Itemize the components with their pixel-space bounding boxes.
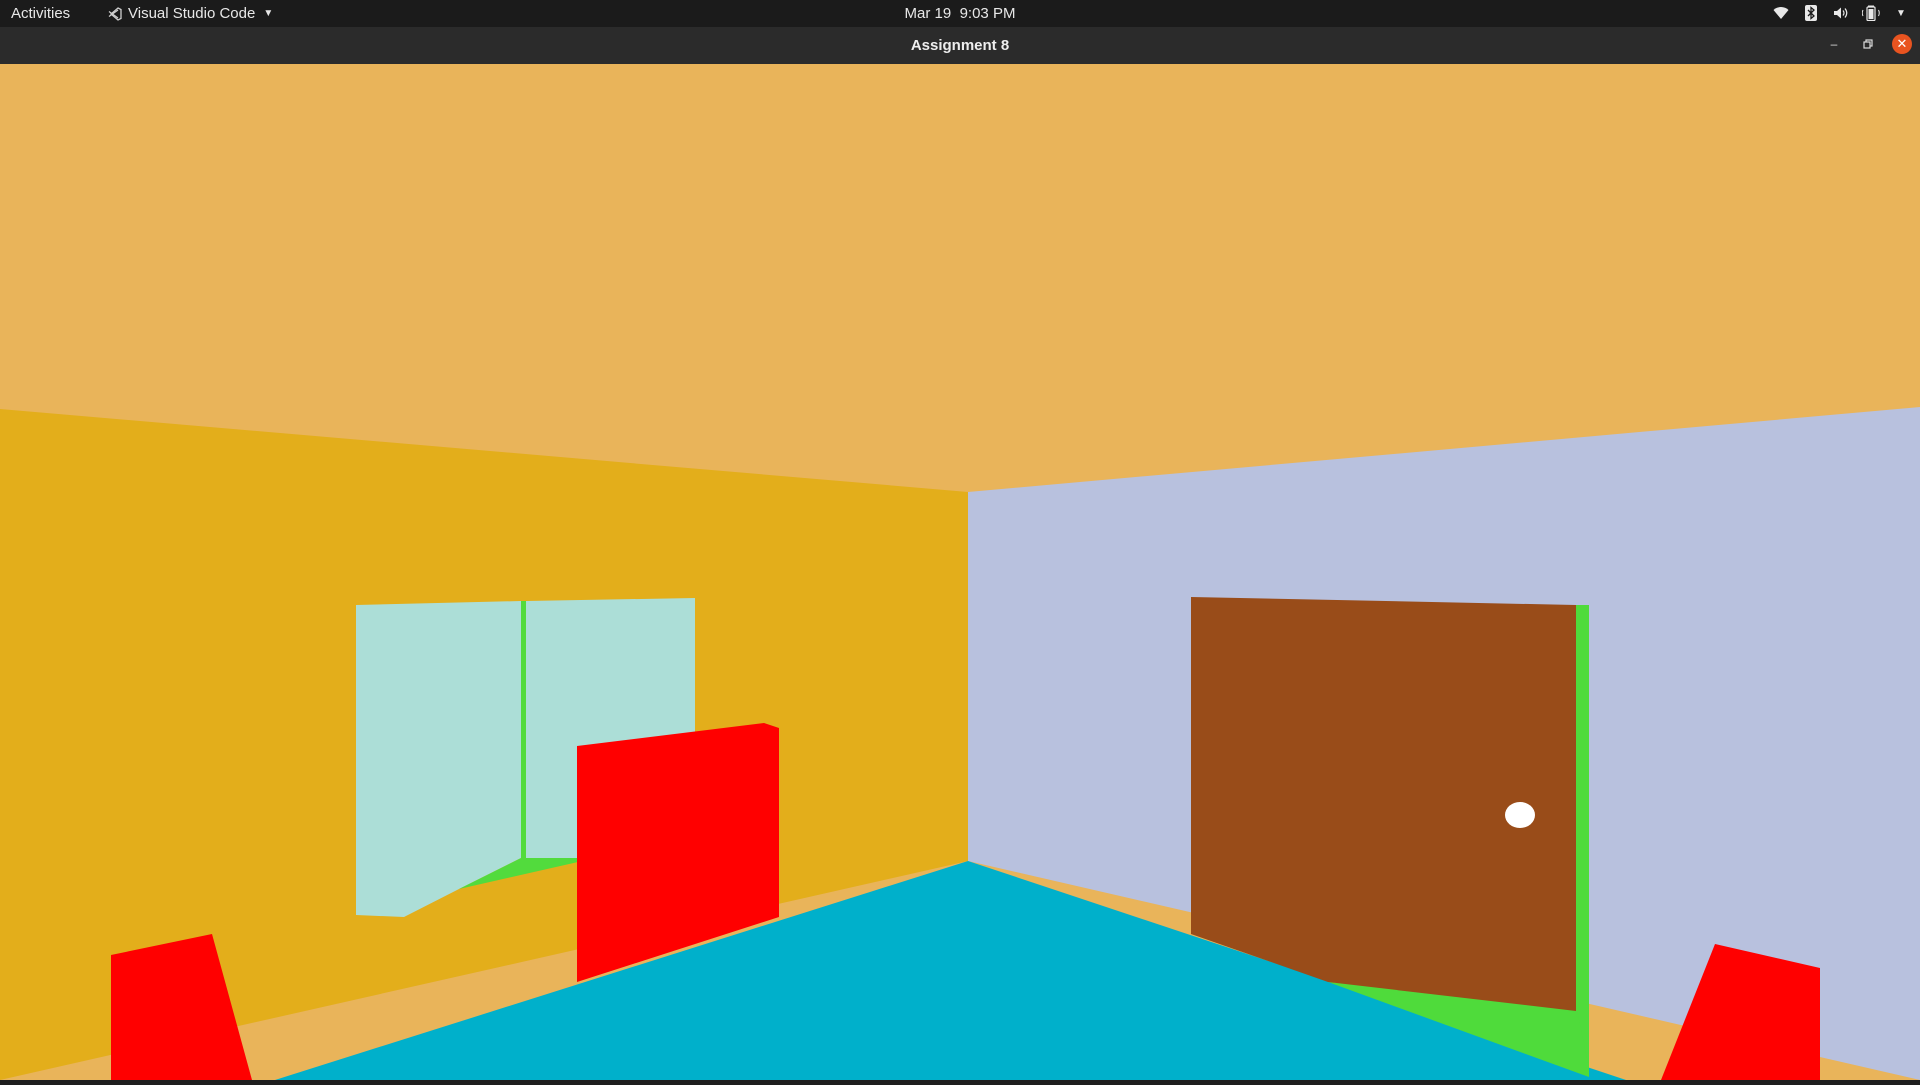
window-glass-left xyxy=(356,601,521,917)
top-panel: Activities Visual Studio Code ▼ Mar 19 9… xyxy=(0,0,1920,27)
clock-button[interactable]: Mar 19 9:03 PM xyxy=(905,5,1016,22)
minimize-button[interactable]: – xyxy=(1824,34,1844,54)
wifi-icon xyxy=(1772,4,1790,22)
restore-icon xyxy=(1863,39,1873,49)
activities-button[interactable]: Activities xyxy=(11,5,70,22)
restore-button[interactable] xyxy=(1858,34,1878,54)
clock-date: Mar 19 xyxy=(904,5,952,22)
door-knob xyxy=(1505,802,1535,828)
window-titlebar[interactable]: Assignment 8 – ✕ xyxy=(0,27,1920,65)
vscode-icon xyxy=(108,6,122,21)
volume-icon xyxy=(1832,4,1850,22)
chevron-down-icon: ▼ xyxy=(1896,7,1906,19)
window-frame-mullion xyxy=(521,601,526,859)
battery-icon xyxy=(1862,4,1880,22)
close-button[interactable]: ✕ xyxy=(1892,34,1912,54)
door-frame xyxy=(1576,605,1589,1068)
clock-time: 9:03 PM xyxy=(959,5,1016,22)
clock: Mar 19 9:03 PM xyxy=(0,5,1920,22)
room-scene xyxy=(0,64,1920,1080)
window-title: Assignment 8 xyxy=(910,37,1010,54)
app-menu-label: Visual Studio Code xyxy=(128,5,256,22)
window-controls: – ✕ xyxy=(1824,34,1912,54)
bluetooth-icon xyxy=(1802,4,1820,22)
app-menu[interactable]: Visual Studio Code ▼ xyxy=(108,5,273,22)
opengl-viewport[interactable] xyxy=(0,64,1920,1080)
close-icon: ✕ xyxy=(1896,36,1908,51)
system-tray[interactable]: ▼ xyxy=(1772,4,1910,22)
minimize-icon: – xyxy=(1830,37,1838,51)
chevron-down-icon: ▼ xyxy=(263,8,274,19)
